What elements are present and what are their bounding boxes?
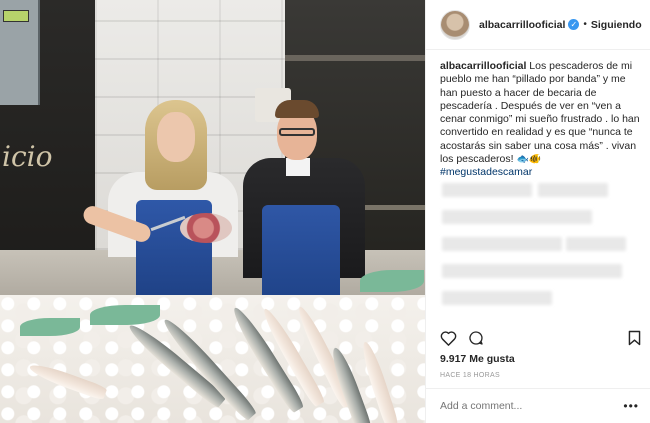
add-comment-input[interactable] xyxy=(440,400,624,412)
man-hair xyxy=(275,100,319,118)
blurred-comment xyxy=(442,183,532,197)
blurred-comment xyxy=(442,237,562,251)
man-blue-apron xyxy=(262,205,340,295)
action-bar xyxy=(438,328,643,350)
blurred-comment xyxy=(538,183,608,197)
garnish-leaf xyxy=(90,305,160,325)
hashtag-link[interactable]: #megustadescamar xyxy=(440,166,640,179)
post-photo[interactable]: icio xyxy=(0,0,425,423)
verified-badge-icon: ✓ xyxy=(568,19,580,30)
bookmark-icon[interactable] xyxy=(624,328,644,348)
comment-bar: ••• xyxy=(426,388,650,423)
woman-face xyxy=(157,112,195,162)
caption-text: Los pescaderos de mi pueblo me han “pill… xyxy=(440,60,640,166)
caption-username-link[interactable]: albacarrillooficial xyxy=(440,60,526,72)
blurred-comment xyxy=(566,237,626,251)
more-options-icon[interactable]: ••• xyxy=(623,399,639,413)
instagram-post: icio albacarrillooficial ✓ • Siguiendo a… xyxy=(0,0,650,423)
man-glasses xyxy=(279,128,315,136)
man-collar xyxy=(286,158,310,176)
caption-emoji: 🐟🐠 xyxy=(516,154,542,166)
blurred-comment xyxy=(442,210,592,224)
username-link[interactable]: albacarrillooficial xyxy=(479,19,565,31)
heart-icon[interactable] xyxy=(438,328,458,348)
post-header: albacarrillooficial ✓ • Siguiendo xyxy=(426,0,650,50)
avatar[interactable] xyxy=(440,9,470,40)
blurred-comment xyxy=(442,291,552,305)
post-sidebar: albacarrillooficial ✓ • Siguiendo albaca… xyxy=(425,0,650,423)
garnish-leaf xyxy=(360,270,424,292)
shelf xyxy=(285,55,425,61)
shop-logo-script: icio xyxy=(2,140,53,173)
comment-bubble-icon[interactable] xyxy=(466,328,486,348)
blurred-comment xyxy=(442,264,622,278)
held-fish-steak xyxy=(180,213,232,243)
post-timestamp[interactable]: HACE 18 HORAS xyxy=(440,372,500,379)
weighing-scale xyxy=(0,0,40,105)
scale-screen xyxy=(3,10,29,22)
garnish-leaf xyxy=(20,318,80,336)
caption: albacarrillooficial Los pescaderos de mi… xyxy=(440,60,640,180)
separator-dot: • xyxy=(583,19,587,30)
following-button[interactable]: Siguiendo xyxy=(591,19,642,31)
likes-count[interactable]: 9.917 Me gusta xyxy=(440,353,515,365)
